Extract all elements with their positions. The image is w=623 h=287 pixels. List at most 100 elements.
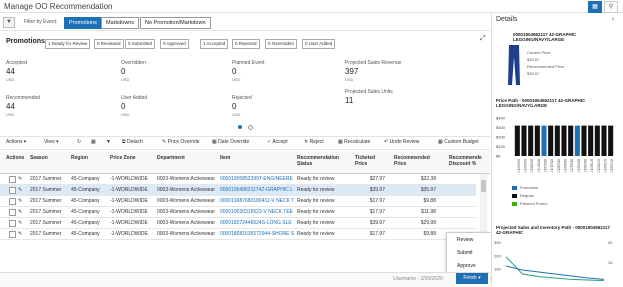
cell-region: 45-Company: [71, 187, 100, 193]
cell-department: 0003-Womens Activewear: [157, 198, 215, 204]
refresh-icon[interactable]: ↻: [77, 139, 81, 145]
chip-overridden[interactable]: 0 Overridden: [265, 39, 298, 49]
col-department[interactable]: Department: [157, 155, 185, 161]
recalculate-button[interactable]: ▦ Recalculate: [338, 139, 370, 145]
row-checkbox[interactable]: [9, 231, 16, 238]
col-region[interactable]: Region: [71, 155, 88, 161]
row-edit-icon[interactable]: ✎: [18, 207, 22, 217]
row-edit-icon[interactable]: ✎: [18, 196, 22, 206]
col-recommended-discount[interactable]: Recommende Discount %: [449, 155, 485, 167]
cell-item[interactable]: 000019008523997-ENGINEERE: [220, 174, 294, 184]
metric-accepted-unit: USD: [6, 77, 15, 82]
undo-review-button[interactable]: ↶ Undo Review: [384, 139, 419, 145]
detach-button[interactable]: ⧉ Detach: [122, 139, 143, 145]
finish-button[interactable]: Finish ▾: [456, 273, 488, 284]
row-edit-icon[interactable]: ✎: [18, 229, 22, 239]
row-edit-icon[interactable]: ✎: [18, 185, 22, 195]
carousel-dot[interactable]: [248, 125, 253, 130]
menu-item-approve[interactable]: Approve: [457, 263, 476, 269]
cell-status: Ready for review: [297, 198, 335, 204]
details-title: Details: [496, 16, 518, 23]
metric-accepted-value: 44: [6, 67, 15, 76]
col-season[interactable]: Season: [30, 155, 48, 161]
col-price-zone[interactable]: Price Zone: [110, 155, 136, 161]
chip-reviewed[interactable]: 0 Reviewed: [94, 39, 124, 49]
cell-item[interactable]: 000018081636572944-SHORE SLE: [220, 229, 294, 239]
metric-planned-event-label: Planned Event: [232, 60, 265, 66]
cell-recommended-price: $22.38: [420, 176, 436, 182]
col-actions[interactable]: Actions: [6, 155, 24, 161]
chip-rejected[interactable]: 0 Rejected: [232, 39, 260, 49]
grid-view-icon[interactable]: ▦: [588, 1, 602, 13]
cell-ticketed-price: $39.97: [369, 187, 385, 193]
metric-user-added-value: 0: [121, 102, 126, 111]
finish-label: Finish: [463, 275, 477, 281]
chip-ready-for-review[interactable]: 1 Ready for Review: [45, 39, 91, 49]
menu-item-submit[interactable]: Submit: [457, 250, 473, 256]
cell-ticketed-price: $17.97: [369, 231, 385, 237]
cell-season: 2017 Summer: [30, 198, 62, 204]
col-recommended-price[interactable]: Recommended Price: [394, 155, 436, 167]
filter-icon[interactable]: ▼: [3, 17, 15, 28]
price-bar: [574, 125, 580, 156]
expand-icon[interactable]: ⤢: [480, 35, 486, 43]
cell-recommended-price: $35.97: [420, 187, 436, 193]
legend-swatch-regular: [512, 194, 517, 198]
row-checkbox[interactable]: [9, 220, 16, 227]
accept-button[interactable]: ✓ Accept: [267, 139, 288, 145]
segment-markdowns[interactable]: Markdowns: [101, 17, 140, 29]
chip-approved[interactable]: 0 Approved: [160, 39, 189, 49]
cell-item[interactable]: 000018272446524S-LONG SLE: [220, 218, 294, 228]
metric-overridden-value: 0: [121, 67, 126, 76]
row-checkbox[interactable]: [9, 176, 16, 183]
date-override-label: Date Override: [218, 139, 250, 145]
metric-sales-units-value: 11: [345, 96, 354, 105]
chip-user-added[interactable]: 0 User Added: [302, 39, 336, 49]
x-tick-label: 06/04/17: [563, 159, 567, 173]
x-tick-label: 04/23/17: [523, 159, 527, 173]
row-edit-icon[interactable]: ✎: [18, 218, 22, 228]
collapse-icon[interactable]: ›: [612, 16, 614, 23]
search-icon[interactable]: ⚲: [604, 1, 618, 13]
cell-item[interactable]: 000019030316523-V NECK TEE: [220, 207, 294, 217]
legend-swatch-promotion: [512, 186, 517, 190]
cell-item[interactable]: 000019049621174Z-GRAPHIC L: [220, 185, 294, 195]
price-path-chart: $400 $300 $200 $100 $0 04/16/17 04/23/17 04/30/…: [496, 116, 614, 173]
menu-item-review[interactable]: Review: [457, 237, 473, 243]
col-recommendation-status[interactable]: Recommendation Status: [297, 155, 347, 167]
x-tick-label: 07/16/17: [603, 159, 607, 173]
row-checkbox[interactable]: [9, 209, 16, 216]
row-checkbox[interactable]: [9, 198, 16, 205]
price-override-label: Price Override: [167, 139, 200, 145]
chip-submitted[interactable]: 0 Submitted: [125, 39, 156, 49]
metric-rejected-label: Rejected: [232, 95, 252, 101]
price-bar: [548, 125, 554, 156]
undo-review-label: Undo Review: [389, 139, 420, 145]
row-checkbox[interactable]: [9, 187, 16, 194]
price-override-button[interactable]: ✎ Price Override: [162, 139, 200, 145]
columns-icon[interactable]: ▦: [91, 139, 96, 145]
segment-promotions[interactable]: Promotions: [64, 17, 102, 29]
col-item[interactable]: Item: [220, 155, 230, 161]
actions-menu[interactable]: Actions ▾: [6, 139, 26, 145]
cell-item[interactable]: 000019087680180411-V NECK TEE: [220, 196, 294, 206]
x-tick-label: 05/28/17: [556, 159, 560, 173]
row-edit-icon[interactable]: ✎: [18, 174, 22, 184]
reject-button[interactable]: ✕ Reject: [304, 139, 324, 145]
legging-image: [508, 45, 520, 85]
chip-accepted[interactable]: 1 Accepted: [200, 39, 229, 49]
grid-scroll-thumb[interactable]: [481, 180, 486, 192]
custom-budget-label: Custom Budget: [444, 139, 479, 145]
col-ticketed-price[interactable]: Ticketed Price: [355, 155, 385, 167]
y-tick-label-left: 300: [494, 240, 501, 245]
date-override-button[interactable]: ▦ Date Override: [212, 139, 249, 145]
price-bar: [568, 125, 574, 156]
carousel-dot-active[interactable]: [238, 125, 242, 129]
view-menu[interactable]: View ▾: [44, 139, 59, 145]
cell-status: Ready for review: [297, 209, 335, 215]
cell-price-zone: -1-WORLDWIDE: [110, 220, 148, 226]
cell-status: Ready for review: [297, 220, 335, 226]
custom-budget-button[interactable]: ▦ Custom Budget: [438, 139, 479, 145]
segment-no-promotion-markdown[interactable]: No Promotion/Markdown: [140, 17, 211, 29]
filter-grid-icon[interactable]: ▼: [106, 139, 111, 145]
